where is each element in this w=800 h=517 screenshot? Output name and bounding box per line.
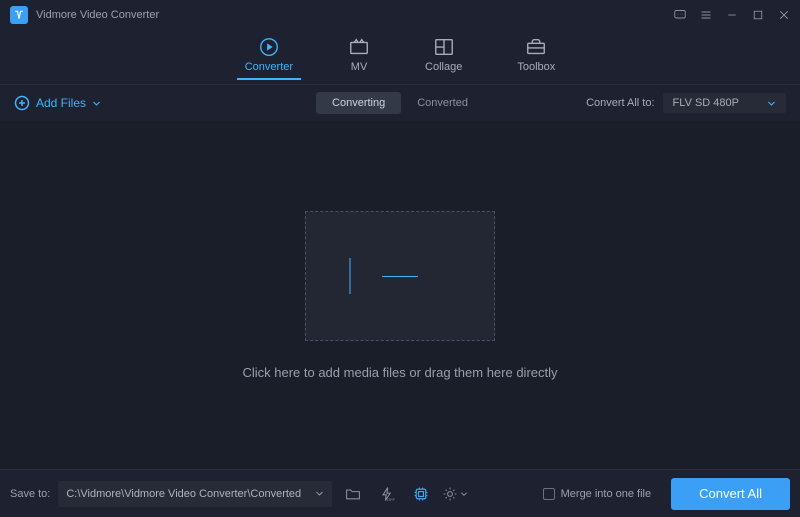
gpu-toggle-button[interactable]: OFF	[374, 481, 400, 507]
format-select[interactable]: FLV SD 480P	[663, 93, 786, 113]
checkbox-icon	[543, 488, 555, 500]
tab-label: MV	[351, 61, 368, 73]
status-pillgroup: Converting Converted	[316, 92, 484, 114]
dropzone[interactable]	[305, 211, 495, 341]
chevron-down-icon	[460, 490, 468, 498]
merge-checkbox[interactable]: Merge into one file	[543, 488, 652, 500]
merge-label: Merge into one file	[561, 488, 652, 500]
tab-label: Converter	[245, 61, 293, 73]
svg-text:OFF: OFF	[387, 497, 395, 502]
minimize-icon[interactable]	[726, 9, 738, 21]
nav-tabs: Converter MV Collage Toolbox	[0, 30, 800, 85]
bottom-bar: Save to: C:\Vidmore\Vidmore Video Conver…	[0, 469, 800, 517]
plus-icon	[382, 258, 418, 294]
collage-icon	[433, 36, 455, 58]
tab-label: Toolbox	[517, 61, 555, 73]
tab-toolbox[interactable]: Toolbox	[517, 36, 555, 79]
pill-converted[interactable]: Converted	[401, 92, 484, 114]
toolbox-icon	[525, 36, 547, 58]
maximize-icon[interactable]	[752, 9, 764, 21]
convert-all-to-label: Convert All to:	[586, 97, 654, 109]
chevron-down-icon	[92, 99, 101, 108]
chevron-down-icon	[767, 99, 776, 108]
sub-bar: Add Files Converting Converted Convert A…	[0, 85, 800, 121]
format-selected: FLV SD 480P	[673, 97, 739, 109]
convert-all-button[interactable]: Convert All	[671, 478, 790, 510]
main-area: Click here to add media files or drag th…	[0, 121, 800, 469]
pill-converting[interactable]: Converting	[316, 92, 401, 114]
menu-icon[interactable]	[700, 9, 712, 21]
save-path-select[interactable]: C:\Vidmore\Vidmore Video Converter\Conve…	[58, 481, 332, 507]
save-path-text: C:\Vidmore\Vidmore Video Converter\Conve…	[66, 488, 301, 500]
gear-icon	[442, 486, 458, 502]
feedback-icon[interactable]	[674, 9, 686, 21]
window-controls	[674, 9, 790, 21]
save-to-label: Save to:	[10, 488, 50, 500]
add-files-button[interactable]: Add Files	[14, 95, 101, 111]
tab-mv[interactable]: MV	[348, 36, 370, 79]
close-icon[interactable]	[778, 9, 790, 21]
high-speed-button[interactable]	[408, 481, 434, 507]
chip-icon	[413, 486, 429, 502]
app-logo	[10, 6, 28, 24]
convert-all-to: Convert All to: FLV SD 480P	[586, 93, 786, 113]
plus-circle-icon	[14, 95, 30, 111]
titlebar: Vidmore Video Converter	[0, 0, 800, 30]
app-title: Vidmore Video Converter	[36, 9, 159, 21]
open-folder-button[interactable]	[340, 481, 366, 507]
drop-hint[interactable]: Click here to add media files or drag th…	[242, 365, 557, 380]
converter-icon	[258, 36, 280, 58]
settings-button[interactable]	[442, 481, 468, 507]
tab-converter[interactable]: Converter	[245, 36, 293, 79]
chevron-down-icon	[315, 489, 324, 498]
folder-icon	[345, 486, 361, 502]
lightning-icon: OFF	[379, 486, 395, 502]
tab-collage[interactable]: Collage	[425, 36, 462, 79]
mv-icon	[348, 36, 370, 58]
tab-label: Collage	[425, 61, 462, 73]
add-files-label: Add Files	[36, 96, 86, 110]
